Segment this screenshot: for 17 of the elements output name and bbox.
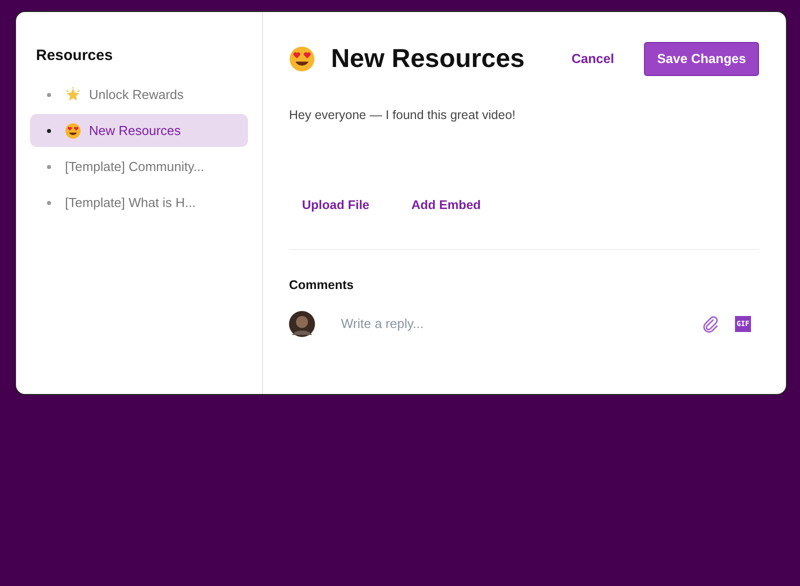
sidebar-title: Resources [36,47,114,65]
sidebar-item[interactable]: [Template] Community... [30,150,248,183]
sidebar-item[interactable]: [Template] What is H... [30,186,248,219]
page-title: New Resources [331,43,525,74]
heart-eyes-emoji-icon [65,122,81,138]
comments-heading: Comments [289,277,355,294]
action-link[interactable]: Add Embed [398,192,494,219]
post-body-text: Hey everyone — I found this great video! [289,106,517,124]
paperclip-icon[interactable] [701,314,719,333]
save-changes-button[interactable]: Save Changes [644,42,759,76]
avatar [289,310,315,337]
star-icon [65,86,81,102]
heart-eyes-emoji-icon [289,46,315,72]
sidebar-item[interactable]: Unlock Rewards [30,78,248,111]
cancel-button[interactable]: Cancel [565,45,620,72]
sidebar-item[interactable]: New Resources [30,114,248,147]
action-link[interactable]: Upload File [289,192,382,219]
